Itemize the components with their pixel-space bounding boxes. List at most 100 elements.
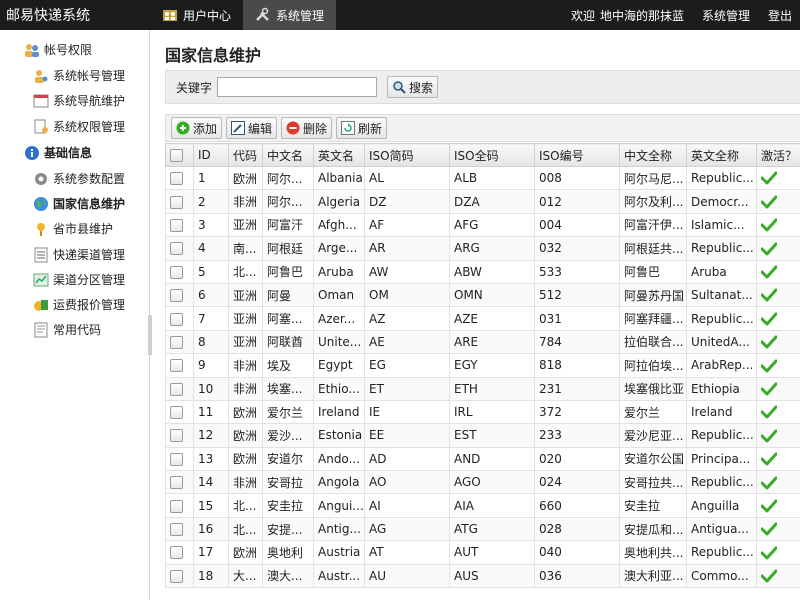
tab-system-management[interactable]: 系统管理 [243,0,337,30]
check-icon [760,288,778,302]
sidebar-item-permission-manage[interactable]: 系统权限管理 [33,118,125,135]
settings-link[interactable]: 系统管理 [702,7,750,24]
pin-icon [33,221,49,237]
row-checkbox[interactable] [170,382,183,396]
table-row[interactable]: 18 大... 澳大... Austr... AU AUS 036 澳大利亚... Commo.… [165,563,800,589]
table-row[interactable]: 14 非洲 安哥拉 Angola AO AGO 024 安哥拉共... Republic... [165,470,800,495]
table-cell: ARE [449,329,535,355]
sidebar-item-freight-quote[interactable]: 运费报价管理 [33,296,125,313]
table-row[interactable]: 17 欧洲 奥地利 Austria AT AUT 040 奥地利共... Republic... [165,540,800,565]
table-row[interactable]: 2 非洲 阿尔... Algeria DZ DZA 012 阿尔及利... Democr... [165,189,800,214]
col-en-name[interactable]: 英文名 [313,143,365,167]
row-select-cell[interactable] [165,423,194,448]
table-cell: AI [364,493,450,518]
table-row[interactable]: 3 亚洲 阿富汗 Afgh... AF AFG 004 阿富汗伊... Islamic... [165,212,800,238]
logout-link[interactable]: 登出 [768,7,792,24]
row-checkbox[interactable] [170,429,183,443]
row-select-cell[interactable] [165,470,194,495]
sidebar-item-country-info[interactable]: 国家信息维护 [33,195,125,212]
row-select-cell[interactable] [165,563,194,589]
row-checkbox[interactable] [170,195,183,209]
table-row[interactable]: 4 南... 阿根廷 Arge... AR ARG 032 阿根廷共... Republic..… [165,236,800,261]
table-cell: 安道尔公国 [619,446,687,472]
select-all-checkbox[interactable] [170,149,183,162]
col-iso-num[interactable]: ISO编号 [534,143,620,167]
refresh-button[interactable]: 刷新 [336,117,388,139]
sidebar-item-common-code[interactable]: 常用代码 [33,321,101,338]
col-en-fullname[interactable]: 英文全称 [686,143,757,167]
row-checkbox[interactable] [170,242,183,256]
row-select-cell[interactable] [165,189,194,214]
row-checkbox[interactable] [170,289,183,303]
col-iso-full[interactable]: ISO全码 [449,143,535,167]
delete-button[interactable]: 删除 [281,117,333,139]
table-cell: Austr... [313,563,365,589]
row-select-cell[interactable] [165,282,194,308]
active-cell [756,563,800,589]
row-checkbox[interactable] [170,476,183,490]
row-select-cell[interactable] [165,540,194,565]
row-select-cell[interactable] [165,353,194,378]
row-checkbox[interactable] [170,406,183,420]
row-select-cell[interactable] [165,516,194,542]
row-checkbox[interactable] [170,359,183,373]
table-cell: 784 [534,329,620,355]
search-bar: 关键字 搜索 [165,70,800,104]
sidebar-item-region[interactable]: 省市县维护 [33,220,113,237]
row-select-cell[interactable] [165,446,194,472]
row-checkbox[interactable] [170,523,183,537]
table-row[interactable]: 10 非洲 埃塞... Ethio... ET ETH 231 埃塞俄比亚 Ethiopia [165,376,800,401]
table-row[interactable]: 8 亚洲 阿联酋 Unite... AE ARE 784 拉伯联合... UnitedA... [165,329,800,355]
table-row[interactable]: 9 非洲 埃及 Egypt EG EGY 818 阿拉伯埃... ArabRep... [165,353,800,378]
edit-button[interactable]: 编辑 [226,117,278,139]
row-checkbox[interactable] [170,218,183,232]
sidebar-item-channel-zone[interactable]: 渠道分区管理 [33,271,125,288]
col-active[interactable]: 激活？ [756,143,800,167]
row-select-cell[interactable] [165,236,194,261]
table-row[interactable]: 1 欧洲 阿尔... Albania AL ALB 008 阿尔马尼... Republic..… [165,165,800,191]
select-all-cell[interactable] [165,143,194,167]
add-button[interactable]: 添加 [171,117,223,139]
row-select-cell[interactable] [165,493,194,518]
row-select-cell[interactable] [165,399,194,425]
row-checkbox[interactable] [170,172,183,186]
row-checkbox[interactable] [170,265,183,279]
row-select-cell[interactable] [165,259,194,284]
table-row[interactable]: 7 亚洲 阿塞... Azer... AZ AZE 031 阿塞拜疆... Republic..… [165,306,800,331]
col-code[interactable]: 代码 [228,143,263,167]
row-select-cell[interactable] [165,376,194,401]
row-select-cell[interactable] [165,165,194,191]
table-row[interactable]: 16 北... 安提... Antig... AG ATG 028 安提瓜和... Antigu… [165,516,800,542]
table-row[interactable]: 15 北... 安圭拉 Angui... AI AIA 660 安圭拉 Anguilla [165,493,800,518]
search-input[interactable] [217,77,378,97]
sidebar-item-nav-maintain[interactable]: 系统导航维护 [33,92,125,109]
sidebar-item-express-channel[interactable]: 快递渠道管理 [33,246,125,263]
table-cell: Ireland [313,399,365,425]
col-cn-fullname[interactable]: 中文全称 [619,143,687,167]
row-select-cell[interactable] [165,329,194,355]
sidebar-item-sys-params[interactable]: 系统参数配置 [33,170,125,187]
row-select-cell[interactable] [165,212,194,238]
tab-user-center[interactable]: 用户中心 [150,0,243,30]
col-cn-name[interactable]: 中文名 [262,143,314,167]
row-checkbox[interactable] [170,452,183,466]
table-row[interactable]: 12 欧洲 爱沙... Estonia EE EST 233 爱沙尼亚... Republic.… [165,423,800,448]
table-row[interactable]: 11 欧洲 爱尔兰 Ireland IE IRL 372 爱尔兰 Ireland [165,399,800,425]
sidebar-section-basic-info[interactable]: 基础信息 [24,144,92,161]
col-id[interactable]: ID [193,143,229,167]
username-link[interactable]: 地中海的那抹蓝 [600,7,684,24]
window-icon [33,93,49,109]
sidebar-section-account[interactable]: 帐号权限 [24,41,92,58]
table-row[interactable]: 5 北... 阿鲁巴 Aruba AW ABW 533 阿鲁巴 Aruba [165,259,800,284]
col-iso-short[interactable]: ISO简码 [364,143,450,167]
row-checkbox[interactable] [170,546,183,560]
table-row[interactable]: 6 亚洲 阿曼 Oman OM OMN 512 阿曼苏丹国 Sultanat... [165,282,800,308]
search-button[interactable]: 搜索 [387,76,439,98]
row-checkbox[interactable] [170,335,183,349]
row-select-cell[interactable] [165,306,194,331]
table-row[interactable]: 13 欧洲 安道尔 Ando... AD AND 020 安道尔公国 Principa... [165,446,800,472]
row-checkbox[interactable] [170,312,183,326]
sidebar-item-account-manage[interactable]: 系统帐号管理 [33,67,125,84]
row-checkbox[interactable] [170,569,183,583]
row-checkbox[interactable] [170,499,183,513]
